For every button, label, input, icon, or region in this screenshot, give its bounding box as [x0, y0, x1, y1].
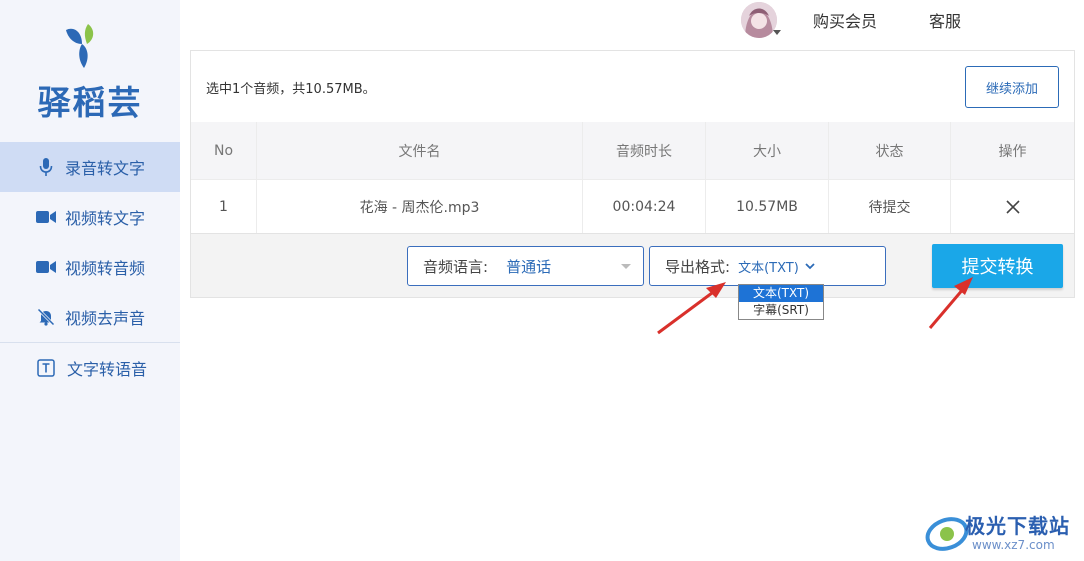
file-panel: 选中1个音频，共10.57MB。 继续添加 No 文件名 音频时长 大小 状态 … — [190, 50, 1075, 298]
avatar-dropdown-caret-icon[interactable] — [773, 30, 781, 35]
audio-language-value: 普通话 — [506, 257, 552, 276]
close-icon[interactable] — [1005, 199, 1020, 214]
audio-language-label: 音频语言: — [423, 257, 489, 276]
customer-service-link[interactable]: 客服 — [929, 8, 961, 32]
column-header-action: 操作 — [998, 143, 1027, 160]
text-box-icon — [33, 359, 59, 377]
sidebar-item-video-to-audio[interactable]: 视频转音频 — [0, 242, 180, 292]
row-no: 1 — [191, 180, 257, 233]
logo-icon — [66, 24, 94, 68]
video-camera-icon — [33, 210, 59, 224]
continue-add-button[interactable]: 继续添加 — [965, 66, 1059, 108]
row-size: 10.57MB — [706, 180, 829, 233]
video-camera-icon — [33, 260, 59, 274]
buy-membership-link[interactable]: 购买会员 — [813, 8, 877, 32]
export-format-label: 导出格式: — [665, 257, 731, 276]
export-format-value: 文本(TXT) — [738, 260, 799, 276]
submit-conversion-button[interactable]: 提交转换 — [932, 244, 1063, 288]
avatar[interactable] — [741, 2, 777, 38]
table-row: 1 花海 - 周杰伦.mp3 00:04:24 10.57MB 待提交 — [191, 180, 1074, 233]
format-option-txt[interactable]: 文本(TXT) — [739, 285, 823, 302]
column-header-duration: 音频时长 — [583, 122, 706, 179]
brand-name: 驿稻芸 — [37, 83, 143, 122]
sidebar: 驿稻芸 录音转文字 视频转文字 视频转音频 视频去声音 文字转语音 — [0, 0, 180, 561]
selection-summary: 选中1个音频，共10.57MB。 — [206, 82, 376, 97]
sidebar-item-video-to-text[interactable]: 视频转文字 — [0, 192, 180, 242]
chevron-down-icon — [805, 262, 815, 270]
sidebar-item-audio-to-text[interactable]: 录音转文字 — [0, 142, 180, 192]
row-action — [951, 180, 1074, 233]
sidebar-nav: 录音转文字 视频转文字 视频转音频 视频去声音 文字转语音 — [0, 142, 180, 393]
table-header: No 文件名 音频时长 大小 状态 操作 — [191, 122, 1074, 180]
sidebar-item-label: 视频去声音 — [65, 309, 146, 328]
sidebar-item-label: 视频转文字 — [65, 209, 146, 228]
row-filename: 花海 - 周杰伦.mp3 — [257, 180, 583, 233]
microphone-icon — [33, 157, 59, 177]
format-option-srt[interactable]: 字幕(SRT) — [739, 302, 823, 319]
column-header-status: 状态 — [829, 122, 951, 179]
sidebar-item-label: 录音转文字 — [65, 159, 146, 178]
bell-off-icon — [33, 308, 59, 326]
sidebar-item-video-mute[interactable]: 视频去声音 — [0, 292, 180, 342]
sidebar-item-label: 视频转音频 — [65, 259, 146, 278]
watermark-url: www.xz7.com — [972, 538, 1055, 552]
sidebar-item-label: 文字转语音 — [67, 360, 148, 379]
row-duration: 00:04:24 — [583, 180, 706, 233]
watermark-title: 极光下载站 — [965, 514, 1070, 538]
conversion-options-bar: 音频语言: 普通话 导出格式: 文本(TXT) 提交转换 — [191, 233, 1074, 297]
column-header-size: 大小 — [706, 122, 829, 179]
audio-language-select[interactable]: 音频语言: 普通话 — [407, 246, 644, 286]
column-header-no: No — [191, 122, 257, 179]
export-format-dropdown: 文本(TXT) 字幕(SRT) — [738, 284, 824, 320]
export-format-select[interactable]: 导出格式: 文本(TXT) — [649, 246, 886, 286]
sidebar-item-text-to-speech[interactable]: 文字转语音 — [0, 343, 180, 393]
column-header-filename: 文件名 — [257, 122, 583, 179]
row-status: 待提交 — [829, 180, 951, 233]
caret-down-icon — [621, 264, 631, 269]
